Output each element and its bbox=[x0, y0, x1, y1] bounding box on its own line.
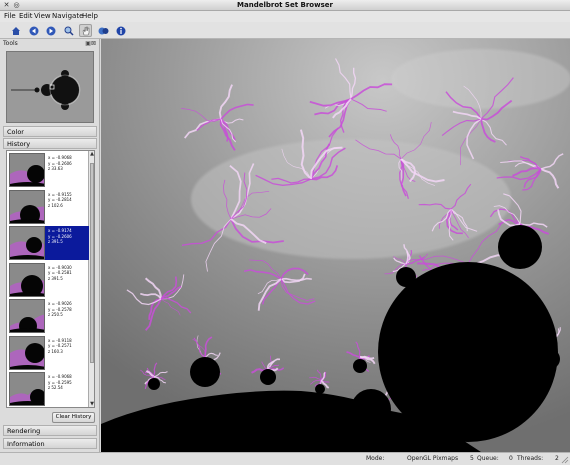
history-list: ▲ ▼ x = -0.9068 y = -0.2606 z 33.63 x = -0.… bbox=[6, 150, 95, 408]
status-mode-label: Mode: bbox=[366, 455, 385, 462]
history-zoom: z 160.3 bbox=[48, 348, 63, 354]
pan-hand-icon[interactable] bbox=[79, 24, 92, 37]
status-queue-value: 0 bbox=[509, 455, 513, 462]
history-item[interactable]: x = -0.9068 y = -0.2606 z 33.63 bbox=[9, 153, 89, 187]
history-y: y = -0.2814 bbox=[48, 197, 72, 202]
scroll-thumb[interactable] bbox=[90, 163, 94, 363]
history-thumbnail bbox=[9, 226, 45, 260]
history-coords: x = -0.9026 y = -0.2578 z 250.5 bbox=[48, 301, 72, 318]
menu-file[interactable]: File bbox=[4, 11, 16, 22]
history-item[interactable]: x = -0.9174 y = -0.2606 z 391.5 bbox=[9, 226, 89, 260]
section-rendering[interactable]: Rendering bbox=[3, 425, 97, 436]
clear-history-button[interactable]: Clear History bbox=[52, 412, 95, 423]
status-threads-value: 2 bbox=[555, 455, 559, 462]
tools-dock-title: Tools bbox=[3, 40, 18, 47]
history-zoom: z 102.6 bbox=[48, 202, 63, 208]
history-thumbnail bbox=[9, 189, 45, 224]
section-history[interactable]: History bbox=[3, 138, 97, 149]
overview-preview[interactable] bbox=[6, 51, 94, 123]
history-item[interactable]: x = -0.9030 y = -0.2581 z 391.5 bbox=[9, 262, 89, 297]
dock-buttons[interactable]: ▣⊠ bbox=[85, 40, 96, 47]
scroll-down-icon[interactable]: ▼ bbox=[89, 401, 94, 407]
history-thumbnail bbox=[9, 335, 45, 370]
history-zoom: z 391.5 bbox=[48, 239, 63, 244]
resize-grip-icon[interactable] bbox=[561, 456, 569, 464]
history-zoom: z 250.5 bbox=[48, 312, 63, 317]
history-thumbnail bbox=[9, 262, 45, 297]
render-icon[interactable] bbox=[97, 24, 110, 37]
forward-icon[interactable] bbox=[44, 24, 57, 37]
status-threads-label: Threads: bbox=[517, 455, 544, 462]
menu-edit[interactable]: Edit bbox=[19, 11, 33, 22]
menu-bar: File Edit View Navigate Help bbox=[0, 11, 570, 22]
fractal-image bbox=[101, 39, 570, 452]
history-item[interactable]: x = -0.9118 y = -0.2571 z 160.3 bbox=[9, 335, 89, 370]
history-x: x = -0.9068 bbox=[48, 155, 72, 160]
history-coords: x = -0.9155 y = -0.2814 z 102.6 bbox=[48, 192, 72, 209]
title-bar: ✕ ◎ Mandelbrot Set Browser bbox=[0, 0, 570, 11]
history-coords: x = -0.9174 y = -0.2606 z 391.5 bbox=[48, 228, 72, 245]
history-item[interactable]: x = -0.9155 y = -0.2814 z 102.6 bbox=[9, 189, 89, 224]
status-bar: Mode: OpenGL Pixmaps 5 Queue: 0 Threads:… bbox=[0, 452, 570, 465]
history-coords: x = -0.9030 y = -0.2581 z 391.5 bbox=[48, 265, 72, 282]
history-thumbnail bbox=[9, 372, 45, 406]
info-icon[interactable] bbox=[114, 24, 127, 37]
history-item[interactable]: x = -0.9026 y = -0.2578 z 250.5 bbox=[9, 299, 89, 333]
history-thumbnail bbox=[9, 153, 45, 187]
menu-navigate[interactable]: Navigate bbox=[52, 11, 83, 22]
status-mode-value: OpenGL Pixmaps bbox=[407, 455, 459, 462]
history-y: y = -0.2571 bbox=[48, 343, 72, 348]
history-x: x = -0.9174 bbox=[48, 228, 72, 233]
home-icon[interactable] bbox=[9, 24, 22, 37]
status-extra: 5 bbox=[470, 455, 474, 462]
history-zoom: z 391.5 bbox=[48, 275, 63, 281]
section-color[interactable]: Color bbox=[3, 126, 97, 137]
status-queue-label: Queue: bbox=[477, 455, 499, 462]
history-coords: x = -0.9068 y = -0.2606 z 33.63 bbox=[48, 155, 72, 172]
history-coords: x = -0.9068 y = -0.2595 z 52.54 bbox=[48, 374, 72, 391]
section-information[interactable]: Information bbox=[3, 438, 97, 449]
history-item[interactable]: x = -0.9068 y = -0.2595 z 52.54 bbox=[9, 372, 89, 406]
menu-view[interactable]: View bbox=[34, 11, 51, 22]
history-y: y = -0.2581 bbox=[48, 270, 72, 275]
history-zoom: z 33.63 bbox=[48, 166, 63, 171]
menu-help[interactable]: Help bbox=[82, 11, 98, 22]
close-dock-icon[interactable]: ⊠ bbox=[91, 40, 96, 47]
fractal-view[interactable] bbox=[101, 39, 570, 452]
scroll-up-icon[interactable]: ▲ bbox=[89, 151, 94, 157]
history-coords: x = -0.9118 y = -0.2571 z 160.3 bbox=[48, 338, 72, 355]
toolbar bbox=[0, 22, 570, 39]
window-title: Mandelbrot Set Browser bbox=[237, 1, 333, 9]
zoom-icon[interactable] bbox=[62, 24, 75, 37]
history-thumbnail bbox=[9, 299, 45, 333]
history-x: x = -0.9026 bbox=[48, 301, 72, 306]
back-icon[interactable] bbox=[27, 24, 40, 37]
history-x: x = -0.9068 bbox=[48, 374, 72, 379]
history-zoom: z 52.54 bbox=[48, 385, 63, 390]
tools-panel: Tools ▣⊠ Color History ▲ ▼ x = -0.9068 y … bbox=[0, 39, 100, 452]
